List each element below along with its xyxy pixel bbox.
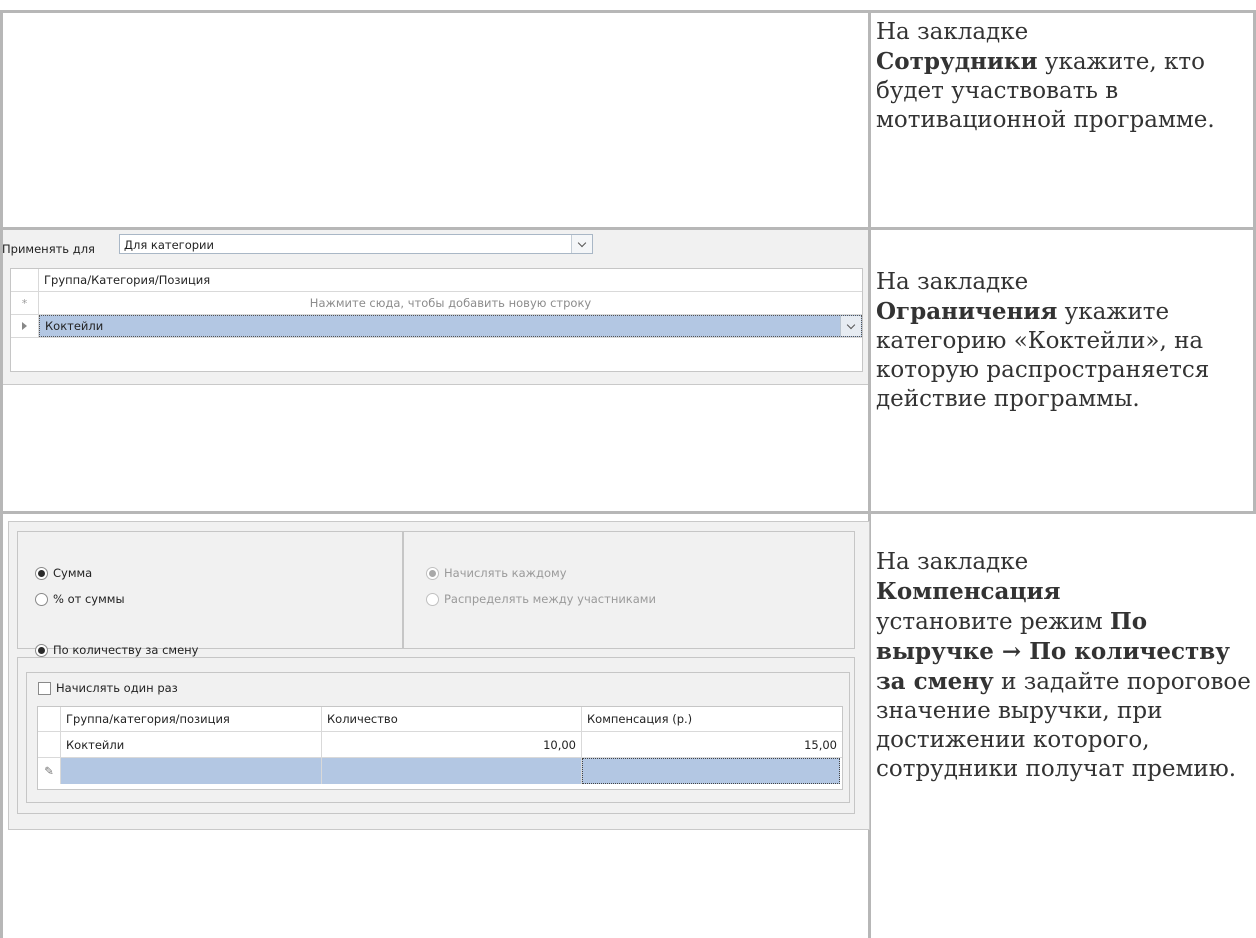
category-cell[interactable]: Коктейли [39,315,862,337]
apply-for-label: Применять для [2,242,95,256]
row3-description: На закладке Компенсация установите режим… [876,548,1254,784]
row2-prefix: На закладке [876,269,1029,295]
chevron-down-icon[interactable] [571,235,592,253]
column-header-item[interactable]: Группа/категория/позиция [61,707,322,731]
checkbox-once-label: Начислять один раз [56,681,178,695]
category-value: Коктейли [45,319,104,333]
radio-distribute[interactable]: Распределять между участниками [426,592,656,606]
new-row[interactable]: * Нажмите сюда, чтобы добавить новую стр… [11,292,862,315]
new-row-hint[interactable]: Нажмите сюда, чтобы добавить новую строк… [39,292,862,314]
radio-percent-label: % от суммы [53,592,125,606]
column-header-group[interactable]: Группа/Категория/Позиция [39,269,862,291]
checkbox-once[interactable]: Начислять один раз [38,681,178,695]
radio-distribute-dot[interactable] [426,592,439,606]
new-compensation-cell[interactable] [582,758,840,784]
compensation-grid: Группа/категория/позиция Количество Комп… [37,706,843,790]
restrictions-grid: Группа/Категория/Позиция * Нажмите сюда,… [10,268,863,372]
new-item-cell[interactable] [61,758,322,784]
edit-pencil-icon: ✎ [38,758,61,784]
table-border-left [0,10,3,938]
quantity-cell[interactable]: 10,00 [322,732,582,757]
row3-mid: установите режим [876,609,1110,635]
amount-type-group [17,531,403,649]
row2-tab-name: Ограничения [876,298,1058,325]
new-row-marker: * [11,292,39,314]
item-cell[interactable]: Коктейли [61,732,322,757]
apply-for-value: Для категории [124,238,215,252]
column-header-quantity[interactable]: Количество [322,707,582,731]
grid-header: Группа/категория/позиция Количество Комп… [38,707,842,732]
table-row[interactable]: Коктейли [11,315,862,338]
radio-distribute-label: Распределять между участниками [444,592,656,606]
new-quantity-cell[interactable] [322,758,582,784]
row3-prefix: На закладке [876,549,1029,575]
row1-description: На закладке Сотрудники укажите, кто буде… [876,18,1254,135]
radio-each[interactable]: Начислять каждому [426,566,567,580]
row-gutter [38,732,61,757]
radio-by-quantity-label: По количеству за смену [53,643,199,657]
radio-each-label: Начислять каждому [444,566,567,580]
radio-sum-dot[interactable] [35,566,48,580]
apply-for-dropdown[interactable]: Для категории [119,234,593,254]
table-border-row2 [0,511,1256,514]
table-row[interactable]: Коктейли 10,00 15,00 [38,732,842,758]
chevron-down-icon[interactable] [840,316,861,336]
table-border-top [0,10,1256,13]
compensation-cell[interactable]: 15,00 [582,732,842,757]
checkbox-once-box[interactable] [38,681,51,695]
radio-percent-dot[interactable] [35,592,48,606]
radio-sum-label: Сумма [53,566,93,580]
radio-by-quantity[interactable]: По количеству за смену [35,643,199,657]
current-row-icon [11,315,39,337]
radio-percent[interactable]: % от суммы [35,592,125,606]
row1-prefix: На закладке [876,19,1029,45]
grid-header: Группа/Категория/Позиция [11,269,862,292]
distribution-group [403,531,855,649]
radio-sum[interactable]: Сумма [35,566,92,580]
radio-each-dot[interactable] [426,566,439,580]
row3-tab-name: Компенсация [876,578,1061,605]
row1-tab-name: Сотрудники [876,48,1038,75]
header-gutter [38,707,61,731]
radio-by-quantity-dot[interactable] [35,643,48,657]
new-row[interactable]: ✎ [38,758,842,784]
header-gutter [11,269,39,291]
row2-description: На закладке Ограничения укажите категори… [876,268,1254,414]
column-header-compensation[interactable]: Компенсация (р.) [582,707,842,731]
